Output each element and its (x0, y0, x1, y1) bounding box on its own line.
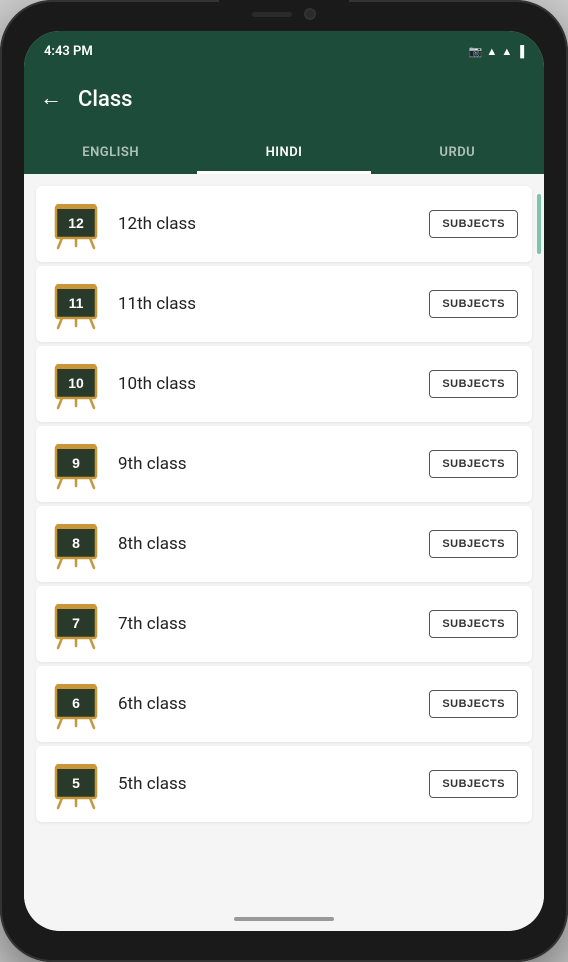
class-item-10: 10 10th class SUBJECTS (36, 346, 532, 422)
class-item-5: 5 5th class SUBJECTS (36, 746, 532, 822)
class-item-6: 6 6th class SUBJECTS (36, 666, 532, 742)
home-indicator (24, 907, 544, 931)
status-time: 4:43 PM (44, 44, 93, 59)
wifi-icon: ▲ (486, 45, 497, 58)
subjects-button-11[interactable]: SUBJECTS (429, 290, 518, 318)
subjects-button-10[interactable]: SUBJECTS (429, 370, 518, 398)
class-item-9: 9 9th class SUBJECTS (36, 426, 532, 502)
board-icon-6: 6 (50, 678, 102, 730)
home-bar (234, 917, 334, 921)
signal-icon: ▲ (501, 45, 512, 58)
status-icons: 📷 ▲ ▲ ▐ (469, 45, 524, 58)
board-icon-10: 10 (50, 358, 102, 410)
class-name-12: 12th class (118, 214, 429, 234)
class-list: 12 12th class SUBJECTS 11 11th class S (24, 174, 544, 834)
class-name-5: 5th class (118, 774, 429, 794)
board-icon-7: 7 (50, 598, 102, 650)
header: ← Class (24, 67, 544, 131)
svg-text:8: 8 (72, 535, 80, 551)
camera (304, 8, 316, 20)
svg-text:7: 7 (72, 615, 80, 631)
class-name-10: 10th class (118, 374, 429, 394)
battery-icon: ▐ (516, 45, 524, 58)
class-name-7: 7th class (118, 614, 429, 634)
svg-text:10: 10 (68, 375, 84, 391)
tabs-container: ENGLISH HINDI URDU (24, 131, 544, 174)
location-icon: 📷 (469, 45, 483, 58)
svg-text:6: 6 (72, 695, 80, 711)
content-area[interactable]: 12 12th class SUBJECTS 11 11th class S (24, 174, 544, 907)
class-name-6: 6th class (118, 694, 429, 714)
notch (219, 0, 349, 28)
board-icon-5: 5 (50, 758, 102, 810)
board-icon-12: 12 (50, 198, 102, 250)
subjects-button-12[interactable]: SUBJECTS (429, 210, 518, 238)
tab-english[interactable]: ENGLISH (24, 131, 197, 174)
status-bar: 4:43 PM 📷 ▲ ▲ ▐ (24, 31, 544, 67)
subjects-button-9[interactable]: SUBJECTS (429, 450, 518, 478)
board-icon-9: 9 (50, 438, 102, 490)
subjects-button-6[interactable]: SUBJECTS (429, 690, 518, 718)
subjects-button-8[interactable]: SUBJECTS (429, 530, 518, 558)
page-title: Class (78, 87, 132, 112)
class-item-11: 11 11th class SUBJECTS (36, 266, 532, 342)
back-button[interactable]: ← (40, 88, 62, 110)
class-item-8: 8 8th class SUBJECTS (36, 506, 532, 582)
phone-screen: 4:43 PM 📷 ▲ ▲ ▐ ← Class ENGLISH HINDI UR… (24, 31, 544, 931)
class-item-12: 12 12th class SUBJECTS (36, 186, 532, 262)
board-icon-8: 8 (50, 518, 102, 570)
class-item-7: 7 7th class SUBJECTS (36, 586, 532, 662)
tab-urdu[interactable]: URDU (371, 131, 544, 174)
svg-text:9: 9 (72, 455, 80, 471)
svg-text:11: 11 (69, 295, 84, 311)
tab-hindi[interactable]: HINDI (197, 131, 370, 174)
board-icon-11: 11 (50, 278, 102, 330)
class-name-11: 11th class (118, 294, 429, 314)
speaker (252, 12, 292, 17)
subjects-button-5[interactable]: SUBJECTS (429, 770, 518, 798)
phone-frame: 4:43 PM 📷 ▲ ▲ ▐ ← Class ENGLISH HINDI UR… (0, 0, 568, 962)
scroll-indicator (537, 194, 541, 254)
svg-text:5: 5 (72, 775, 80, 791)
class-name-9: 9th class (118, 454, 429, 474)
subjects-button-7[interactable]: SUBJECTS (429, 610, 518, 638)
svg-text:12: 12 (68, 215, 84, 231)
class-name-8: 8th class (118, 534, 429, 554)
